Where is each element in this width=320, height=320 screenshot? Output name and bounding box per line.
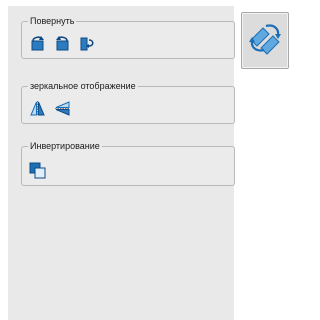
mirror-group-title: зеркальное отображение [30, 81, 136, 91]
rotate-group: Повернуть [21, 16, 235, 59]
tool-panel: Повернуть зеркальное отображение Инверти… [8, 6, 235, 320]
invert-group-title: Инвертирование [30, 141, 100, 151]
rotate-group-title: Повернуть [30, 16, 75, 26]
invert-group: Инвертирование [21, 141, 235, 186]
rotate-left-icon[interactable] [29, 35, 46, 52]
invert-icon[interactable] [29, 162, 46, 179]
rotate-cycle-icon [247, 20, 283, 61]
rotate-cycle-button[interactable] [241, 12, 289, 69]
mirror-icons [29, 100, 71, 117]
rotate-right-icon[interactable] [54, 35, 71, 52]
mirror-horizontal-icon[interactable] [29, 100, 46, 117]
invert-icons [29, 162, 46, 179]
mirror-vertical-icon[interactable] [54, 100, 71, 117]
flip-rotate-icon[interactable] [79, 35, 96, 52]
mirror-group: зеркальное отображение [21, 81, 235, 124]
rotate-icons [29, 35, 96, 52]
